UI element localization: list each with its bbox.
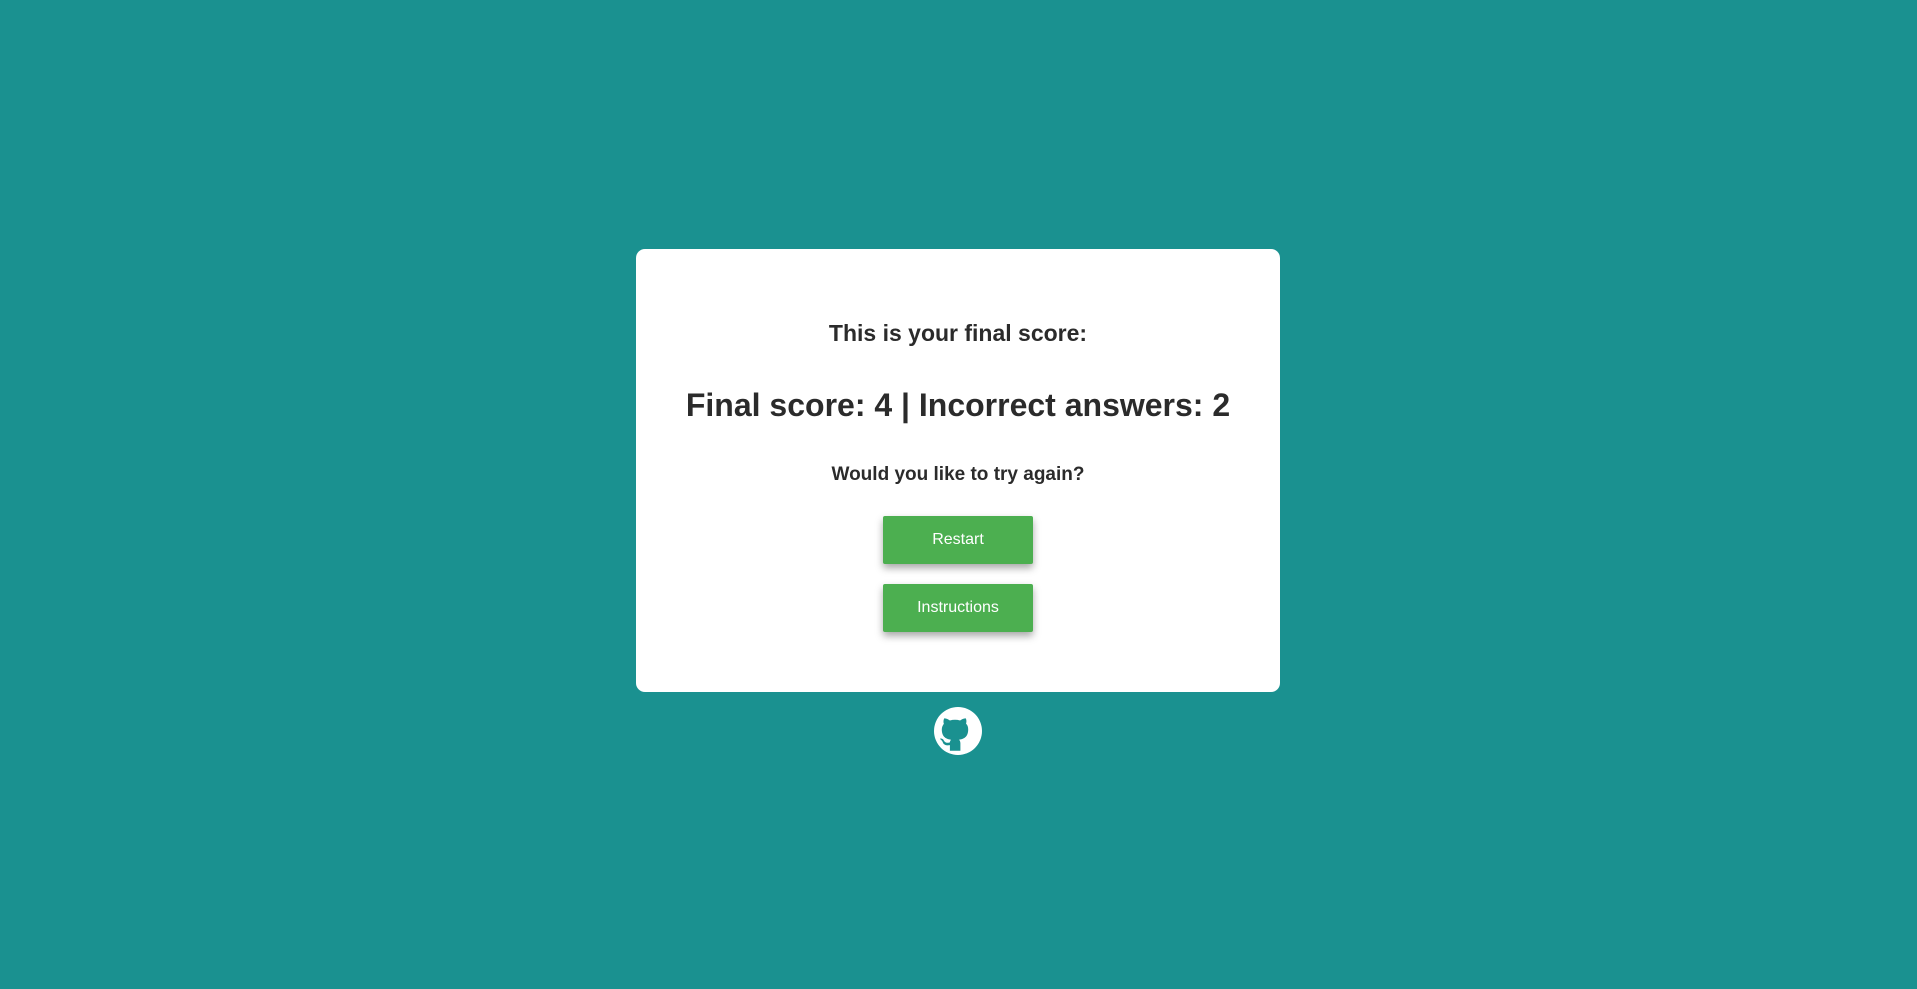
final-score-text: Final score: 4 | Incorrect answers: 2	[685, 387, 1231, 423]
instructions-button[interactable]: Instructions	[883, 584, 1033, 632]
result-card: This is your final score: Final score: 4…	[636, 249, 1280, 692]
try-again-prompt: Would you like to try again?	[831, 464, 1085, 485]
github-link[interactable]	[934, 707, 982, 755]
github-icon	[934, 707, 982, 755]
final-score-heading: This is your final score:	[828, 320, 1088, 346]
restart-button[interactable]: Restart	[883, 516, 1033, 564]
